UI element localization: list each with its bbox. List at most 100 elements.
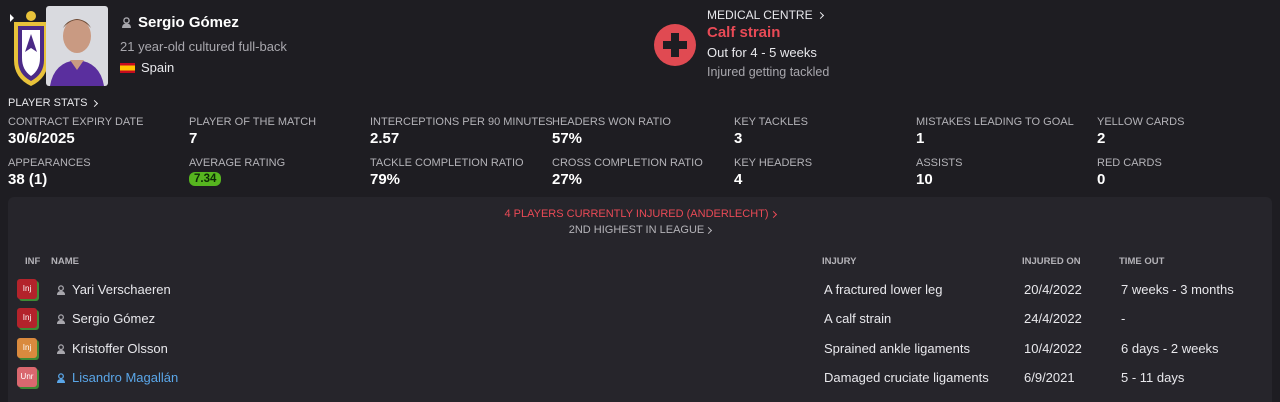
stat-value: 38 (1) — [8, 171, 48, 188]
player-name-link[interactable]: Lisandro Magallán — [72, 370, 178, 385]
stat-label: INTERCEPTIONS PER 90 MINUTES — [370, 116, 553, 128]
injury-cell: A fractured lower leg — [824, 282, 943, 297]
unrest-status-badge[interactable]: Unr — [17, 367, 37, 387]
stat-value: 10 — [916, 171, 933, 188]
person-icon — [57, 314, 65, 324]
player-name-cell[interactable]: Yari Verschaeren — [72, 282, 171, 297]
stat-player-of-match: PLAYER OF THE MATCH 7 — [189, 116, 316, 147]
person-icon — [57, 373, 65, 383]
stat-interceptions: INTERCEPTIONS PER 90 MINUTES 2.57 — [370, 116, 553, 147]
injury-duration: Out for 4 - 5 weeks — [707, 45, 817, 60]
injured-on-cell: 10/4/2022 — [1024, 341, 1082, 356]
player-stats-link[interactable]: PLAYER STATS — [8, 97, 99, 109]
injury-cell: A calf strain — [824, 311, 892, 326]
medical-cross-icon — [654, 24, 696, 66]
chevron-right-icon — [769, 210, 777, 219]
column-header-name[interactable]: NAME — [51, 256, 79, 267]
stat-value: 0 — [1097, 171, 1106, 188]
stat-key-tackles: KEY TACKLES 3 — [734, 116, 808, 147]
chevron-right-icon — [91, 99, 99, 107]
nationality-label: Spain — [141, 60, 175, 75]
spain-flag-icon — [120, 62, 135, 73]
player-nationality[interactable]: Spain — [120, 60, 174, 75]
stat-value: 79% — [370, 171, 401, 188]
table-row[interactable]: Inj Yari Verschaeren A fractured lower l… — [8, 276, 1272, 305]
stat-label: HEADERS WON RATIO — [552, 116, 671, 128]
person-icon — [57, 285, 65, 295]
player-description: 21 year-old cultured full-back — [120, 39, 287, 54]
stat-label: ASSISTS — [916, 157, 963, 169]
injury-status-badge[interactable]: Inj — [17, 308, 37, 328]
chevron-right-icon — [705, 226, 713, 235]
stat-appearances: APPEARANCES 38 (1) — [8, 157, 91, 188]
stat-label: YELLOW CARDS — [1097, 116, 1185, 128]
stat-value: 27% — [552, 171, 583, 188]
league-rank-label: 2ND HIGHEST IN LEAGUE — [568, 224, 705, 236]
stat-red-cards: RED CARDS 0 — [1097, 157, 1162, 188]
rating-badge: 7.34 — [189, 172, 222, 186]
stat-label: KEY HEADERS — [734, 157, 813, 169]
injury-cause: Injured getting tackled — [707, 65, 830, 79]
stat-headers-won: HEADERS WON RATIO 57% — [552, 116, 671, 147]
chevron-right-icon — [816, 11, 824, 19]
stat-value: 2.57 — [370, 130, 400, 147]
stat-contract-expiry: CONTRACT EXPIRY DATE 30/6/2025 — [8, 116, 144, 147]
time-out-cell: 7 weeks - 3 months — [1121, 282, 1234, 297]
person-icon — [122, 17, 131, 28]
stat-value: 4 — [734, 171, 743, 188]
stat-value: 30/6/2025 — [8, 130, 75, 147]
stat-label: MISTAKES LEADING TO GOAL — [916, 116, 1074, 128]
column-header-time-out[interactable]: TIME OUT — [1119, 256, 1164, 267]
table-row[interactable]: Inj Sergio Gómez A calf strain 24/4/2022… — [8, 305, 1272, 334]
person-icon — [57, 344, 65, 354]
injured-on-cell: 20/4/2022 — [1024, 282, 1082, 297]
injury-cell: Damaged cruciate ligaments — [824, 370, 989, 385]
stat-label: RED CARDS — [1097, 157, 1162, 169]
stat-label: CROSS COMPLETION RATIO — [552, 157, 703, 169]
column-header-injury[interactable]: INJURY — [822, 256, 857, 267]
time-out-cell: 6 days - 2 weeks — [1121, 341, 1219, 356]
league-rank-link[interactable]: 2ND HIGHEST IN LEAGUE — [8, 224, 1272, 236]
injury-cell: Sprained ankle ligaments — [824, 341, 970, 356]
stat-value: 57% — [552, 130, 583, 147]
injured-count-label: 4 PLAYERS CURRENTLY INJURED (ANDERLECHT) — [504, 208, 769, 220]
injuries-panel: 4 PLAYERS CURRENTLY INJURED (ANDERLECHT)… — [8, 197, 1272, 402]
player-name-cell[interactable]: Sergio Gómez — [72, 311, 155, 326]
stat-cross-completion: CROSS COMPLETION RATIO 27% — [552, 157, 703, 188]
stat-label: AVERAGE RATING — [189, 157, 286, 169]
table-row[interactable]: Unr Lisandro Magallán Damaged cruciate l… — [8, 364, 1272, 393]
injured-count-link[interactable]: 4 PLAYERS CURRENTLY INJURED (ANDERLECHT) — [8, 208, 1272, 220]
stat-label: TACKLE COMPLETION RATIO — [370, 157, 524, 169]
stat-value: 2 — [1097, 130, 1106, 147]
injured-on-cell: 24/4/2022 — [1024, 311, 1082, 326]
player-name-row[interactable]: Sergio Gómez — [121, 14, 239, 31]
stat-tackle-completion: TACKLE COMPLETION RATIO 79% — [370, 157, 524, 188]
player-name-cell[interactable]: Kristoffer Olsson — [72, 341, 168, 356]
stat-yellow-cards: YELLOW CARDS 2 — [1097, 116, 1184, 147]
stat-average-rating: AVERAGE RATING 7.34 — [189, 157, 285, 187]
column-header-injured-on[interactable]: INJURED ON — [1022, 256, 1081, 267]
player-photo[interactable] — [46, 6, 108, 86]
stat-label: KEY TACKLES — [734, 116, 808, 128]
injury-status-badge[interactable]: Inj — [17, 279, 37, 299]
stat-label: CONTRACT EXPIRY DATE — [8, 116, 144, 128]
player-stats-label: PLAYER STATS — [8, 97, 88, 109]
stat-value: 3 — [734, 130, 743, 147]
time-out-cell: 5 - 11 days — [1121, 370, 1185, 385]
stat-label: APPEARANCES — [8, 157, 91, 169]
medical-centre-link[interactable]: MEDICAL CENTRE — [707, 8, 824, 22]
medical-centre-label: MEDICAL CENTRE — [707, 8, 813, 22]
stat-label: PLAYER OF THE MATCH — [189, 116, 317, 128]
stat-value: 1 — [916, 130, 925, 147]
injury-name: Calf strain — [707, 24, 781, 41]
player-name: Sergio Gómez — [138, 14, 239, 31]
stat-value: 7 — [189, 130, 198, 147]
injured-on-cell: 6/9/2021 — [1024, 370, 1075, 385]
table-row[interactable]: Inj Kristoffer Olsson Sprained ankle lig… — [8, 335, 1272, 364]
stat-key-headers: KEY HEADERS 4 — [734, 157, 812, 188]
stat-mistakes: MISTAKES LEADING TO GOAL 1 — [916, 116, 1074, 147]
time-out-cell: - — [1121, 311, 1126, 326]
injury-status-badge[interactable]: Inj — [17, 338, 37, 358]
stat-assists: ASSISTS 10 — [916, 157, 962, 188]
column-header-inf[interactable]: INF — [25, 256, 40, 267]
